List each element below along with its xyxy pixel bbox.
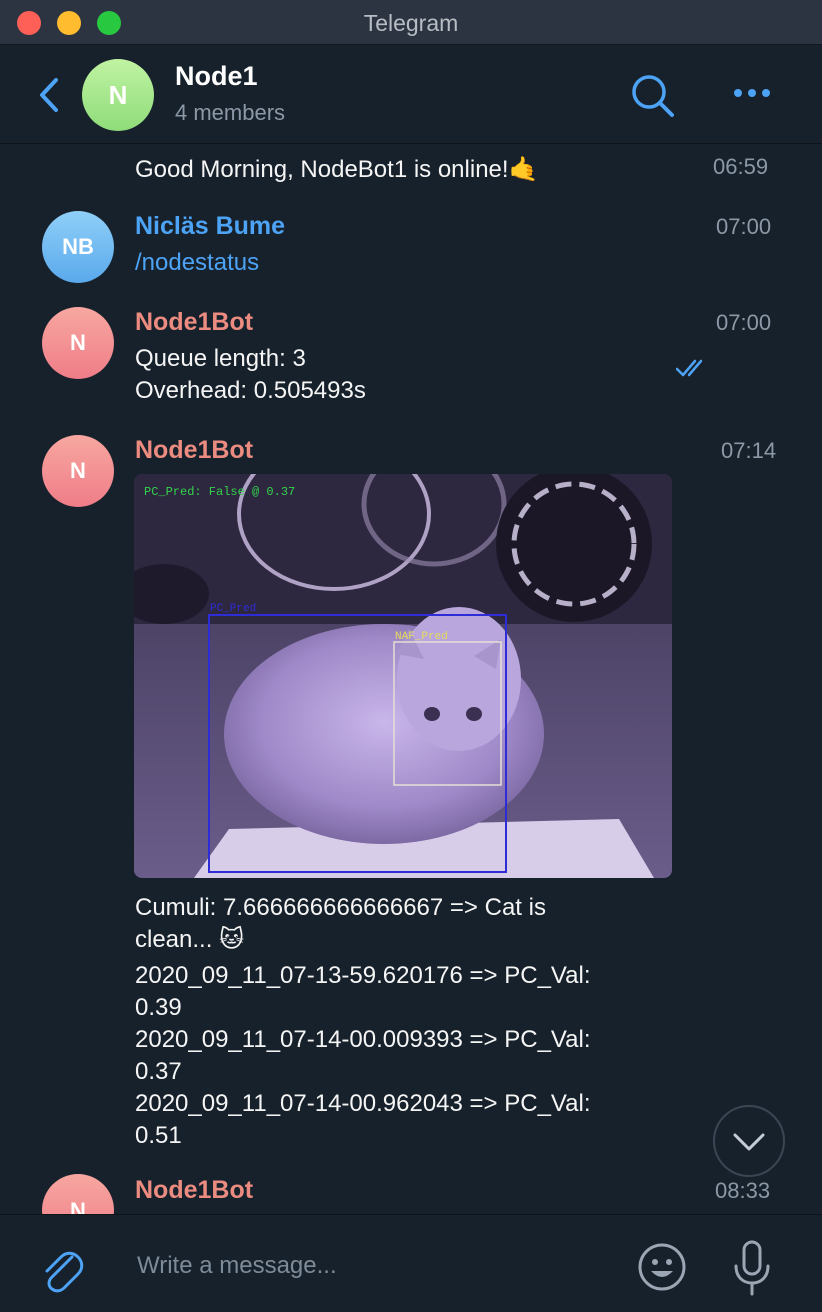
sender-avatar-initials: N — [70, 330, 86, 355]
message-text: Good Morning, NodeBot1 is online!🤙 — [135, 156, 539, 183]
message-time: 07:14 — [721, 438, 777, 463]
sender-avatar[interactable]: N — [42, 435, 114, 507]
prediction-overlay-text: PC_Pred: False @ 0.37 — [144, 485, 295, 499]
cat-detection-photo[interactable]: PC_Pred: False @ 0.37 PC_Pred NAF_Pred — [134, 474, 672, 878]
message-line: 2020_09_11_07-14-00.962043 => PC_Val: — [135, 1090, 591, 1117]
more-options-button[interactable] — [730, 81, 774, 105]
photo-image: PC_Pred: False @ 0.37 PC_Pred NAF_Pred — [134, 474, 672, 878]
chevron-down-icon — [733, 1133, 765, 1151]
message-line: 2020_09_11_07-14-00.009393 => PC_Val: — [135, 1026, 591, 1053]
sender-avatar-initials: N — [70, 458, 86, 483]
chat-name[interactable]: Node1 — [175, 61, 258, 92]
naf-pred-label: NAF_Pred — [395, 631, 448, 643]
sender-name[interactable]: Node1Bot — [135, 436, 253, 465]
message-list[interactable]: Good Morning, NodeBot1 is online!🤙 06:59… — [0, 144, 822, 1214]
chat-avatar-initial: N — [108, 79, 128, 110]
chat-members-count: 4 members — [175, 100, 286, 125]
sender-avatar-initials: N — [70, 1198, 86, 1214]
message-line: Overhead: 0.505493s — [135, 377, 366, 404]
scroll-to-bottom-button[interactable] — [713, 1105, 785, 1177]
title-bar: Telegram — [0, 0, 822, 45]
chat-header: N Node1 4 members — [0, 45, 822, 144]
command-link[interactable]: /nodestatus — [135, 247, 259, 279]
message-line: Queue length: 3 — [135, 345, 306, 372]
message-time: 07:00 — [716, 214, 772, 239]
message-time: 08:33 — [715, 1178, 771, 1203]
message-line: clean... 🐱 — [135, 926, 245, 953]
sender-name[interactable]: Node1Bot — [135, 308, 253, 337]
sender-avatar[interactable]: N — [42, 307, 114, 379]
sender-avatar[interactable]: N — [42, 1174, 114, 1214]
back-button[interactable] — [36, 75, 66, 115]
message-line: 0.51 — [135, 1122, 182, 1149]
voice-message-button[interactable] — [730, 1239, 774, 1297]
message-line: Cumuli: 7.666666666666667 => Cat is — [135, 894, 546, 921]
telegram-window: Telegram N Node1 4 members Good Morning,… — [0, 0, 822, 1312]
microphone-icon — [734, 1240, 770, 1296]
chevron-left-icon — [40, 78, 58, 112]
message-time: 06:59 — [713, 154, 769, 179]
message-line: 0.39 — [135, 994, 182, 1021]
search-button[interactable] — [630, 73, 676, 119]
paperclip-icon — [45, 1251, 84, 1293]
chat-avatar[interactable]: N — [82, 59, 154, 131]
message-line: 0.37 — [135, 1058, 182, 1085]
sender-avatar[interactable]: NB — [42, 211, 114, 283]
pc-pred-label: PC_Pred — [210, 603, 256, 615]
more-dots-icon — [734, 89, 770, 97]
search-icon — [632, 75, 674, 117]
message-line: 2020_09_11_07-13-59.620176 => PC_Val: — [135, 962, 591, 989]
emoji-button[interactable] — [636, 1241, 688, 1293]
message-composer — [0, 1214, 822, 1312]
message-input[interactable] — [135, 1245, 609, 1287]
attach-button[interactable] — [38, 1243, 84, 1293]
double-check-icon — [676, 359, 703, 377]
sender-name[interactable]: Node1Bot — [135, 1176, 253, 1205]
smiley-icon — [638, 1243, 686, 1291]
message-time: 07:00 — [716, 310, 772, 335]
sender-avatar-initials: NB — [62, 234, 94, 259]
window-title: Telegram — [363, 10, 459, 36]
sender-name[interactable]: Nicläs Bume — [135, 212, 285, 241]
